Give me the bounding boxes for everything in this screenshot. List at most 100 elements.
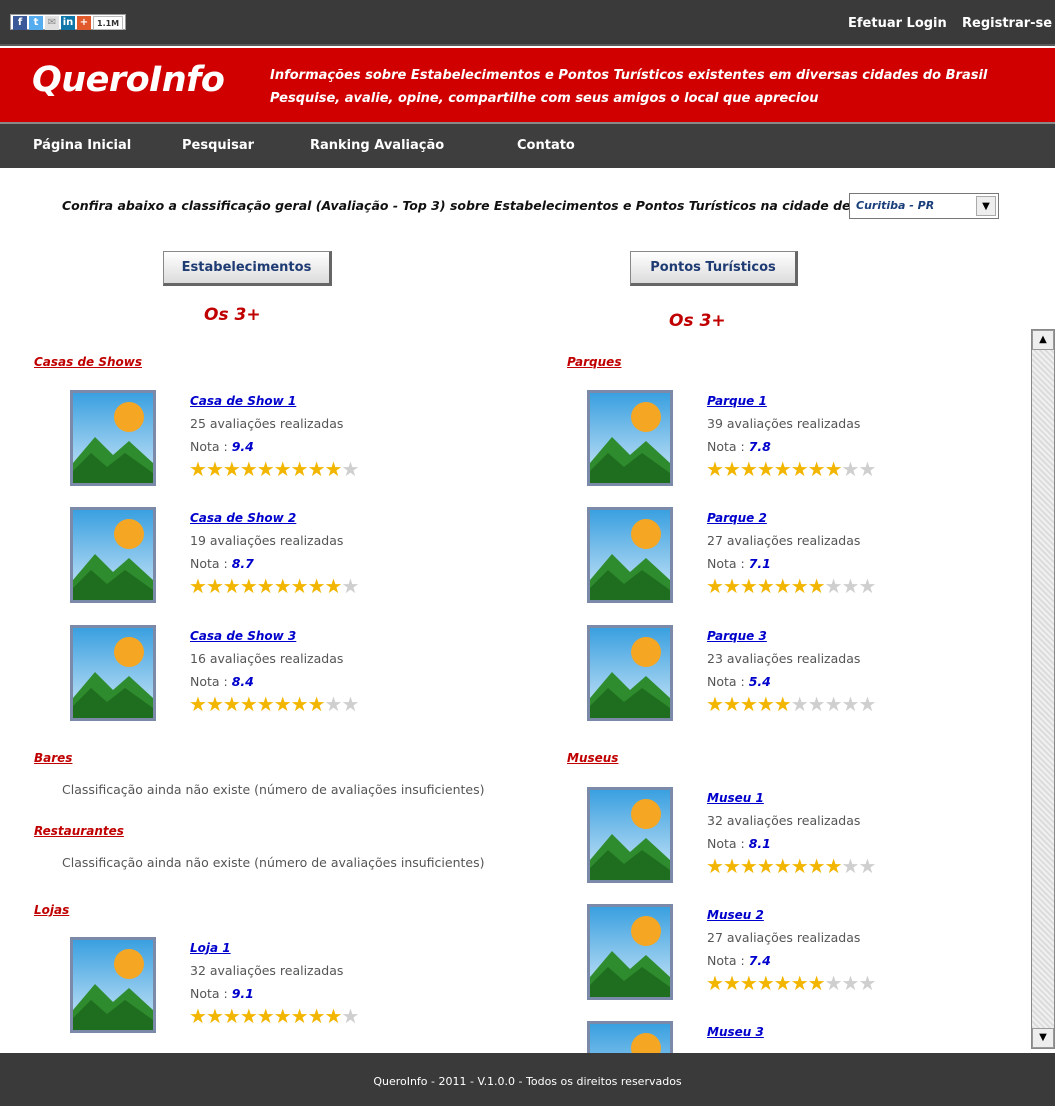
item-nota: Nota : 9.4 bbox=[190, 439, 254, 454]
item-thumbnail-icon[interactable] bbox=[587, 787, 673, 883]
item-thumbnail-icon[interactable] bbox=[587, 507, 673, 603]
item-name-link[interactable]: Casa de Show 3 bbox=[190, 629, 296, 643]
share-more-icon[interactable]: + bbox=[77, 16, 91, 30]
nota-value: 8.1 bbox=[748, 836, 771, 851]
category-casas-de-shows[interactable]: Casas de Shows bbox=[34, 355, 142, 369]
nota-value: 5.4 bbox=[748, 674, 771, 689]
item-name-link[interactable]: Museu 3 bbox=[707, 1025, 764, 1039]
star-filled-icon: ★ bbox=[756, 692, 775, 716]
item-nota: Nota : 8.7 bbox=[190, 556, 254, 571]
star-filled-icon: ★ bbox=[205, 574, 224, 598]
item-nota: Nota : 9.1 bbox=[190, 986, 254, 1001]
item-thumbnail-icon[interactable] bbox=[70, 507, 156, 603]
star-filled-icon: ★ bbox=[739, 854, 758, 878]
scroll-down-icon[interactable]: ▼ bbox=[1032, 1028, 1054, 1048]
estabelecimentos-button[interactable]: Estabelecimentos bbox=[163, 251, 332, 286]
item-review-count: 27 avaliações realizadas bbox=[707, 930, 861, 945]
star-filled-icon: ★ bbox=[256, 692, 275, 716]
star-filled-icon: ★ bbox=[290, 457, 309, 481]
nota-label: Nota : bbox=[707, 953, 745, 968]
scroll-up-icon[interactable]: ▲ bbox=[1032, 330, 1054, 350]
ranking-item: Casa de Show 3 16 avaliações realizadas No… bbox=[70, 625, 410, 725]
star-filled-icon: ★ bbox=[239, 574, 258, 598]
star-empty-icon: ★ bbox=[341, 457, 359, 481]
category-parques[interactable]: Parques bbox=[567, 355, 621, 369]
pontos-turisticos-button[interactable]: Pontos Turísticos bbox=[630, 251, 798, 286]
star-filled-icon: ★ bbox=[824, 854, 843, 878]
star-empty-icon: ★ bbox=[824, 692, 843, 716]
star-filled-icon: ★ bbox=[222, 692, 241, 716]
chevron-down-icon[interactable]: ▼ bbox=[976, 196, 996, 216]
star-filled-icon: ★ bbox=[807, 457, 826, 481]
item-thumbnail-icon[interactable] bbox=[70, 937, 156, 1033]
star-filled-icon: ★ bbox=[722, 854, 741, 878]
item-nota: Nota : 8.4 bbox=[190, 674, 254, 689]
intro-text: Confira abaixo a classificação geral (Av… bbox=[62, 198, 851, 213]
ranking-item: Casa de Show 1 25 avaliações realizadas No… bbox=[70, 390, 410, 490]
nota-label: Nota : bbox=[190, 556, 228, 571]
item-thumbnail-icon[interactable] bbox=[587, 390, 673, 486]
star-filled-icon: ★ bbox=[706, 457, 724, 481]
item-name-link[interactable]: Casa de Show 1 bbox=[190, 394, 296, 408]
star-filled-icon: ★ bbox=[256, 1004, 275, 1028]
item-thumbnail-icon[interactable] bbox=[587, 625, 673, 721]
star-rating: ★★★★★★★★★★ bbox=[706, 457, 876, 481]
site-logo[interactable]: QueroInfo bbox=[32, 60, 225, 100]
item-name-link[interactable]: Loja 1 bbox=[190, 941, 231, 955]
star-filled-icon: ★ bbox=[256, 574, 275, 598]
star-filled-icon: ★ bbox=[222, 457, 241, 481]
star-filled-icon: ★ bbox=[273, 574, 292, 598]
item-thumbnail-icon[interactable] bbox=[70, 390, 156, 486]
email-icon[interactable]: ✉ bbox=[45, 16, 59, 30]
category-lojas[interactable]: Lojas bbox=[34, 903, 69, 917]
star-filled-icon: ★ bbox=[706, 854, 724, 878]
ranking-item: Museu 1 32 avaliações realizadas Nota : 8.… bbox=[587, 787, 927, 887]
star-rating: ★★★★★★★★★★ bbox=[189, 1004, 359, 1028]
share-buttons: f t ✉ in + 1.1M bbox=[10, 14, 127, 30]
restaurantes-no-class: Classificação ainda não existe (número d… bbox=[62, 855, 485, 870]
nav-pagina-inicial[interactable]: Página Inicial bbox=[33, 138, 131, 153]
nav-ranking-avaliacao[interactable]: Ranking Avaliação bbox=[310, 138, 444, 153]
star-filled-icon: ★ bbox=[239, 457, 258, 481]
ranking-item: Loja 1 32 avaliações realizadas Nota : 9.1… bbox=[70, 937, 410, 1037]
star-filled-icon: ★ bbox=[706, 692, 724, 716]
ranking-item: Casa de Show 2 19 avaliações realizadas No… bbox=[70, 507, 410, 607]
star-filled-icon: ★ bbox=[773, 574, 792, 598]
nota-label: Nota : bbox=[707, 556, 745, 571]
star-filled-icon: ★ bbox=[290, 692, 309, 716]
star-empty-icon: ★ bbox=[341, 574, 359, 598]
vertical-scrollbar[interactable]: ▲ ▼ bbox=[1031, 329, 1055, 1049]
item-thumbnail-icon[interactable] bbox=[70, 625, 156, 721]
ranking-item: Parque 1 39 avaliações realizadas Nota : 7… bbox=[587, 390, 927, 490]
bares-no-class: Classificação ainda não existe (número d… bbox=[62, 782, 485, 797]
category-museus[interactable]: Museus bbox=[567, 751, 618, 765]
star-filled-icon: ★ bbox=[790, 574, 809, 598]
category-bares[interactable]: Bares bbox=[34, 751, 72, 765]
item-name-link[interactable]: Casa de Show 2 bbox=[190, 511, 296, 525]
linkedin-icon[interactable]: in bbox=[61, 16, 75, 30]
nav-contato[interactable]: Contato bbox=[517, 138, 575, 153]
star-empty-icon: ★ bbox=[824, 971, 843, 995]
login-link[interactable]: Efetuar Login bbox=[848, 16, 947, 31]
nav-pesquisar[interactable]: Pesquisar bbox=[182, 138, 254, 153]
item-name-link[interactable]: Parque 3 bbox=[707, 629, 767, 643]
nota-value: 7.4 bbox=[748, 953, 771, 968]
nota-value: 7.1 bbox=[748, 556, 771, 571]
star-empty-icon: ★ bbox=[341, 1004, 359, 1028]
item-nota: Nota : 7.1 bbox=[707, 556, 771, 571]
item-name-link[interactable]: Parque 1 bbox=[707, 394, 767, 408]
facebook-icon[interactable]: f bbox=[13, 16, 27, 30]
item-name-link[interactable]: Museu 2 bbox=[707, 908, 764, 922]
item-name-link[interactable]: Museu 1 bbox=[707, 791, 764, 805]
item-nota: Nota : 7.4 bbox=[707, 953, 771, 968]
star-empty-icon: ★ bbox=[858, 574, 876, 598]
star-empty-icon: ★ bbox=[841, 854, 860, 878]
item-name-link[interactable]: Parque 2 bbox=[707, 511, 767, 525]
star-filled-icon: ★ bbox=[739, 971, 758, 995]
register-link[interactable]: Registrar-se bbox=[962, 16, 1052, 31]
item-thumbnail-icon[interactable] bbox=[587, 904, 673, 1000]
category-restaurantes[interactable]: Restaurantes bbox=[34, 824, 124, 838]
twitter-icon[interactable]: t bbox=[29, 16, 43, 30]
city-select[interactable]: Curitiba - PR ▼ bbox=[849, 193, 999, 219]
city-select-value: Curitiba - PR bbox=[856, 199, 935, 212]
